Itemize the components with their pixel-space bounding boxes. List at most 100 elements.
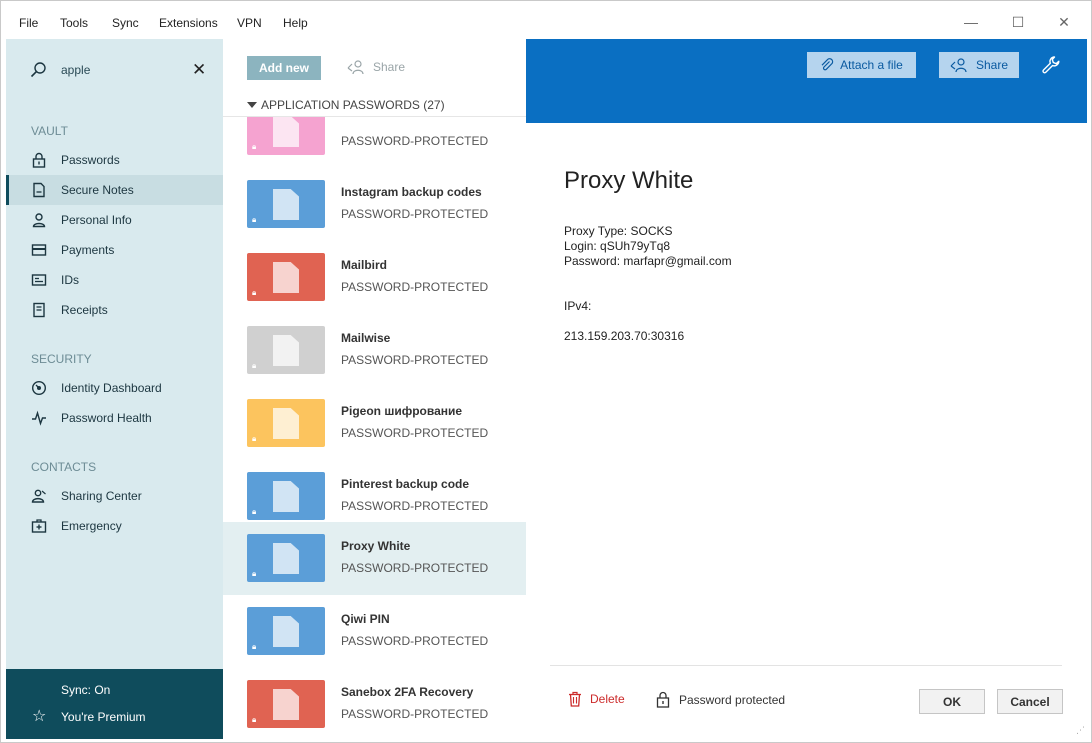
clear-search-icon[interactable]: ✕ (192, 60, 206, 80)
card-icon (31, 244, 47, 256)
item-title: Mailwise (341, 331, 391, 345)
item-thumbnail: 🔒︎ (247, 534, 325, 582)
ok-button[interactable]: OK (919, 689, 985, 714)
lock-icon: 🔒︎ (252, 434, 257, 443)
share-label: Share (975, 58, 1009, 72)
category-header[interactable]: APPLICATION PASSWORDS (27) (247, 98, 445, 112)
item-status: PASSWORD-PROTECTED (341, 634, 489, 648)
menu-bar: File Tools Sync Extensions VPN Help — ☐ … (1, 1, 1091, 39)
sidebar-item-emergency[interactable]: Emergency (6, 511, 223, 541)
note-line-login[interactable]: Login: qSUh79yTq8 (564, 239, 670, 253)
emergency-icon (31, 519, 47, 533)
sidebar-item-identity-dashboard[interactable]: Identity Dashboard (6, 373, 223, 403)
password-protected-toggle[interactable]: Password protected (656, 691, 785, 708)
maximize-icon[interactable]: ☐ (1003, 9, 1033, 35)
item-status: PASSWORD-PROTECTED (341, 207, 489, 221)
menu-tools[interactable]: Tools (60, 16, 88, 30)
list-item[interactable]: 🔒︎ Instagram backup codes PASSWORD-PROTE… (223, 168, 526, 241)
note-title[interactable]: Proxy White (564, 167, 693, 195)
sidebar-item-label: Sharing Center (61, 489, 142, 503)
menu-help[interactable]: Help (283, 16, 308, 30)
note-line-proxy-type[interactable]: Proxy Type: SOCKS (564, 224, 673, 238)
sidebar-item-label: Emergency (61, 519, 122, 533)
sidebar-item-label: Identity Dashboard (61, 381, 162, 395)
item-title: Instagram backup codes (341, 185, 482, 199)
pulse-icon (32, 410, 46, 426)
sidebar-item-label: Secure Notes (61, 183, 134, 197)
add-new-button[interactable]: Add new (247, 56, 321, 80)
detail-panel: Attach a file Share Proxy White Proxy Ty… (526, 39, 1087, 739)
resize-grip-icon[interactable]: ⋰ (1076, 725, 1085, 736)
sidebar-item-password-health[interactable]: Password Health (6, 403, 223, 433)
sidebar-item-personal-info[interactable]: Personal Info (6, 205, 223, 235)
attach-file-button[interactable]: Attach a file (807, 52, 916, 78)
footer-divider (550, 665, 1062, 666)
sidebar-item-ids[interactable]: IDs (6, 265, 223, 295)
sidebar-item-label: Payments (61, 243, 115, 257)
document-icon (273, 616, 299, 647)
item-status: PASSWORD-PROTECTED (341, 707, 489, 721)
list-item[interactable]: 🔒︎ Sanebox 2FA Recovery PASSWORD-PROTECT… (223, 668, 526, 739)
item-thumbnail: 🔒︎ (247, 117, 325, 155)
sidebar-item-payments[interactable]: Payments (6, 235, 223, 265)
menu-vpn[interactable]: VPN (237, 16, 262, 30)
document-icon (273, 335, 299, 366)
sidebar-item-label: Passwords (61, 153, 120, 167)
list-item-selected[interactable]: 🔒︎ Proxy White PASSWORD-PROTECTED (223, 522, 526, 595)
lock-icon: 🔒︎ (252, 642, 257, 651)
note-line-ipv4-address[interactable]: 213.159.203.70:30316 (564, 329, 684, 343)
search-icon (30, 62, 46, 78)
menu-extensions[interactable]: Extensions (159, 16, 218, 30)
item-thumbnail: 🔒︎ (247, 680, 325, 728)
premium-status[interactable]: You're Premium (61, 710, 146, 724)
note-line-ipv4-label[interactable]: IPv4: (564, 299, 591, 313)
sidebar-item-passwords[interactable]: Passwords (6, 145, 223, 175)
item-list: 🔒︎ PASSWORD-PROTECTED 🔒︎ Instagram backu… (223, 117, 526, 739)
list-share-button[interactable]: Share (347, 59, 405, 75)
document-icon (273, 481, 299, 512)
people-icon (31, 489, 46, 503)
sidebar-item-sharing-center[interactable]: Sharing Center (6, 481, 223, 511)
sidebar-item-receipts[interactable]: Receipts (6, 295, 223, 325)
document-icon (273, 117, 299, 147)
password-protected-label: Password protected (679, 692, 786, 707)
sidebar-footer: Sync: On ☆ You're Premium (6, 669, 223, 739)
delete-button[interactable]: Delete (568, 691, 625, 707)
person-icon (32, 213, 46, 228)
lock-icon: 🔒︎ (252, 215, 257, 224)
search-input[interactable]: apple (61, 63, 90, 77)
attach-file-label: Attach a file (840, 58, 903, 72)
item-status: PASSWORD-PROTECTED (341, 499, 489, 513)
sidebar-item-secure-notes[interactable]: Secure Notes (6, 175, 223, 205)
category-label: APPLICATION PASSWORDS (27) (261, 98, 445, 112)
list-item[interactable]: 🔒︎ Pigeon шифрование PASSWORD-PROTECTED (223, 387, 526, 460)
sync-status[interactable]: Sync: On (61, 683, 110, 697)
receipt-icon (33, 302, 45, 318)
app-window: File Tools Sync Extensions VPN Help — ☐ … (0, 0, 1092, 743)
menu-file[interactable]: File (19, 16, 38, 30)
wrench-icon[interactable] (1041, 55, 1061, 75)
item-thumbnail: 🔒︎ (247, 253, 325, 301)
item-title: Qiwi PIN (341, 612, 390, 626)
cancel-button[interactable]: Cancel (997, 689, 1063, 714)
document-icon (273, 262, 299, 293)
section-title-vault: VAULT (31, 124, 68, 138)
list-item[interactable]: 🔒︎ Qiwi PIN PASSWORD-PROTECTED (223, 595, 526, 668)
share-button[interactable]: Share (939, 52, 1019, 78)
lock-icon: 🔒︎ (252, 569, 257, 578)
list-item[interactable]: 🔒︎ Mailbird PASSWORD-PROTECTED (223, 241, 526, 314)
item-title: Mailbird (341, 258, 388, 272)
item-thumbnail: 🔒︎ (247, 399, 325, 447)
lock-icon (32, 152, 46, 168)
note-line-password[interactable]: Password: marfapr@gmail.com (564, 254, 732, 268)
menu-sync[interactable]: Sync (112, 16, 139, 30)
item-status: PASSWORD-PROTECTED (341, 426, 489, 440)
minimize-icon[interactable]: — (956, 9, 986, 35)
id-card-icon (31, 274, 47, 286)
sidebar-item-label: IDs (61, 273, 79, 287)
list-item[interactable]: 🔒︎ PASSWORD-PROTECTED (223, 117, 526, 168)
close-icon[interactable]: ✕ (1049, 9, 1079, 35)
delete-label: Delete (590, 692, 625, 706)
list-item[interactable]: 🔒︎ Mailwise PASSWORD-PROTECTED (223, 314, 526, 387)
sidebar: apple ✕ VAULT Passwords Secure Notes Per… (6, 39, 223, 739)
